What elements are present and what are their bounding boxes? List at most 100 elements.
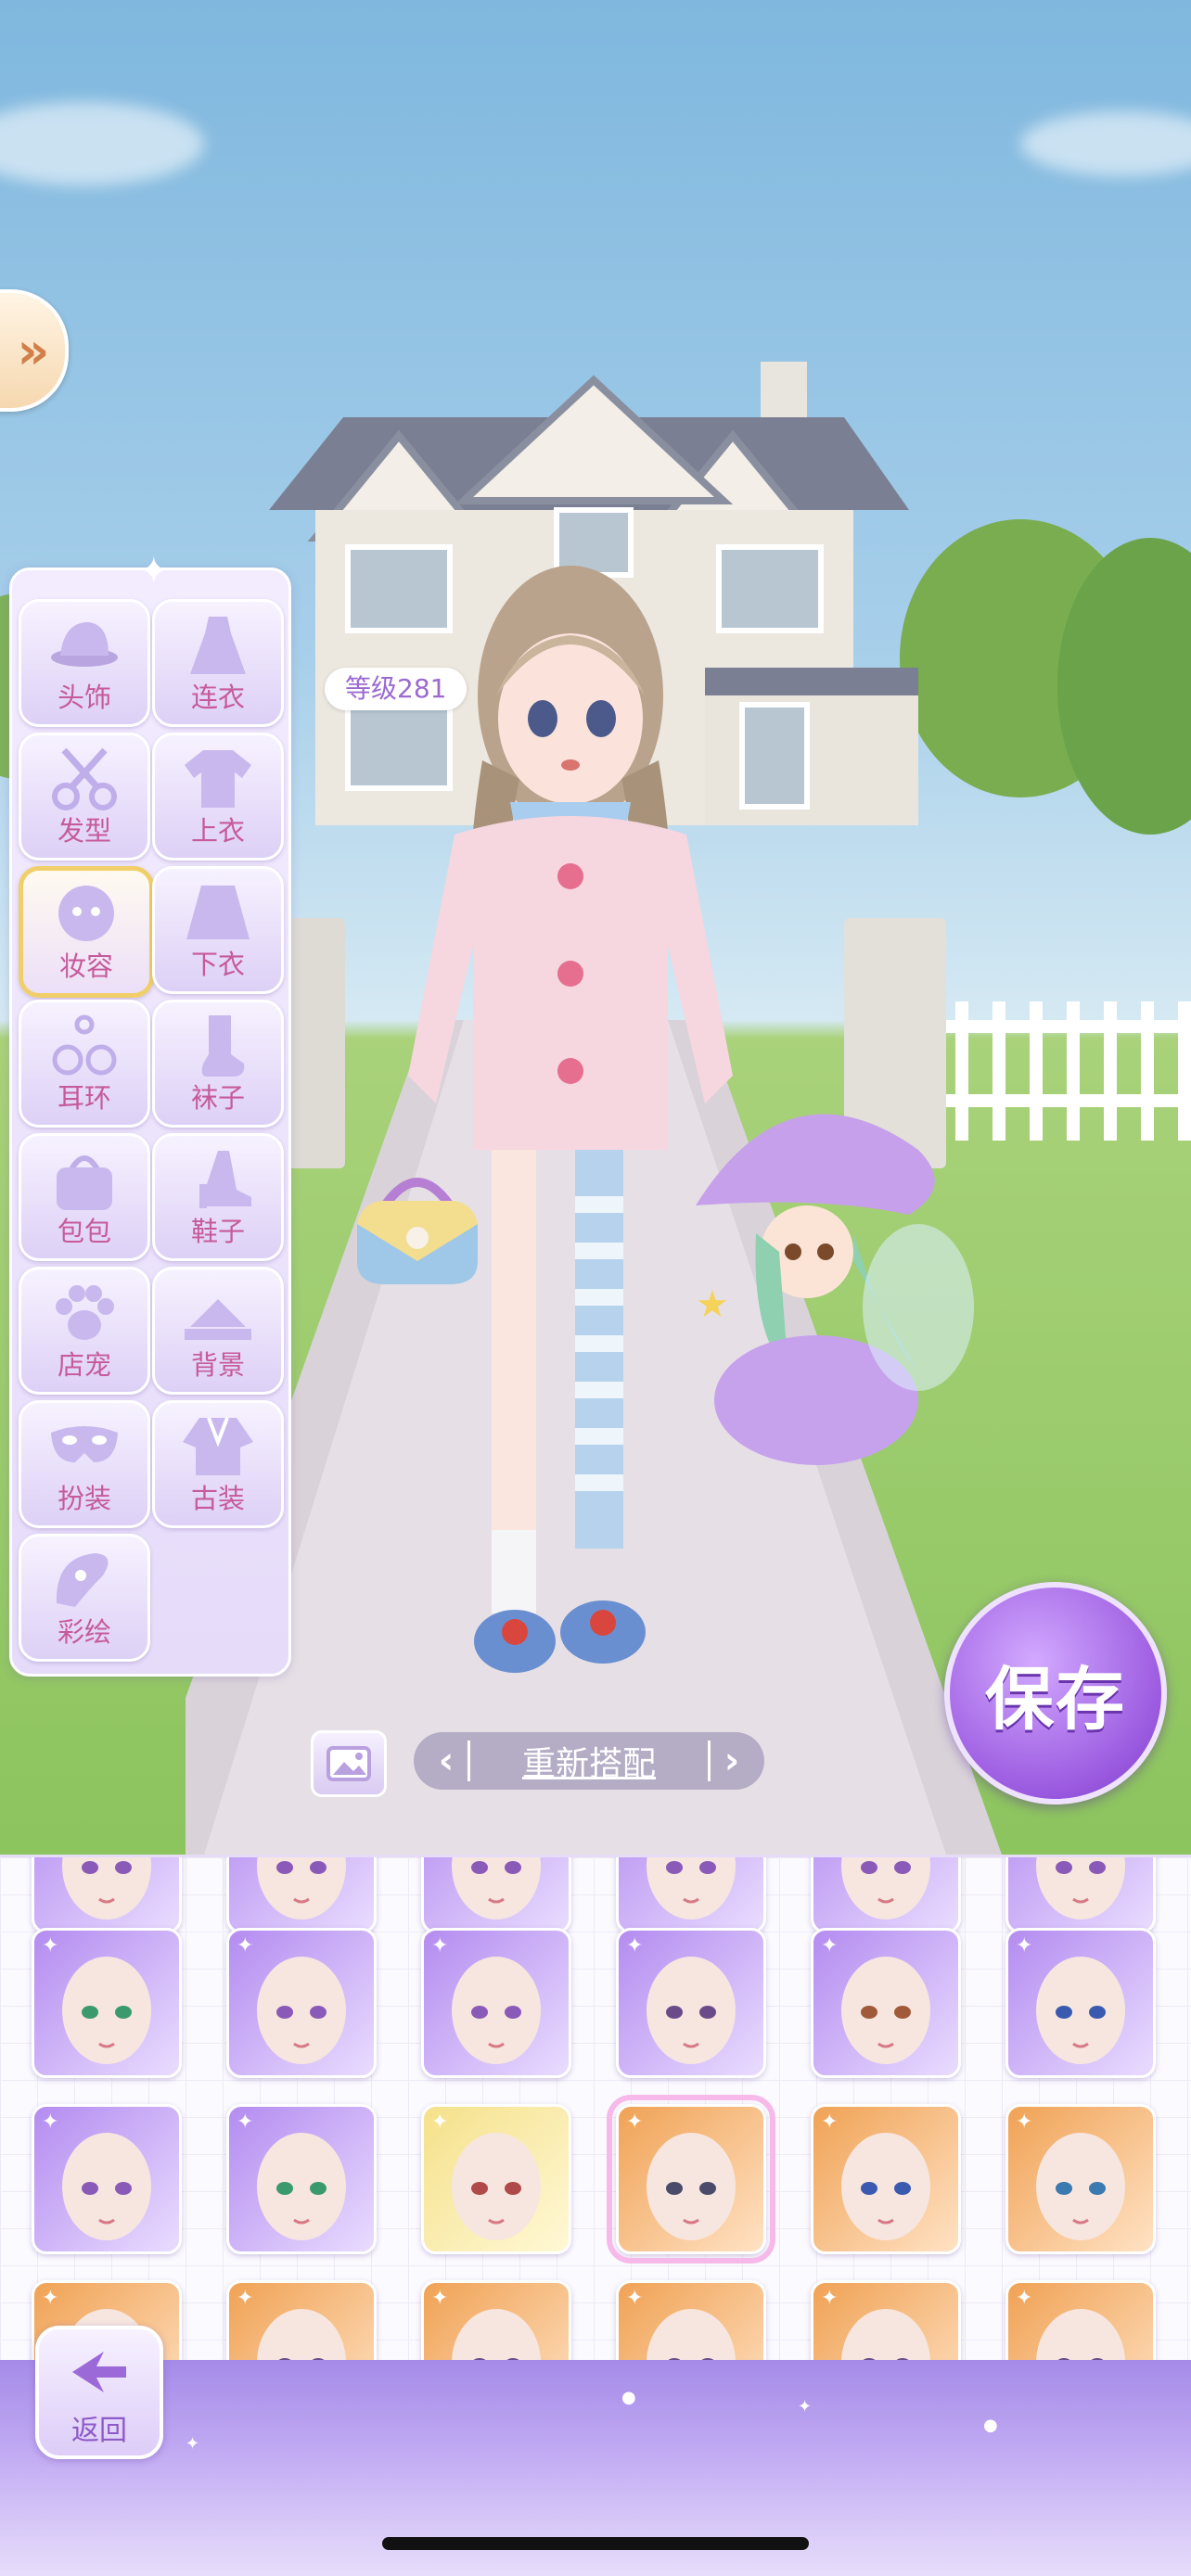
makeup-item[interactable]: ✦ [1005, 1857, 1156, 1933]
makeup-item[interactable]: ✦ [32, 1928, 182, 2078]
shirt-icon [185, 750, 251, 808]
sparkle-icon: ✦ [431, 2287, 449, 2310]
makeup-item[interactable]: ✦ [616, 2280, 766, 2363]
makeup-item[interactable]: ✦ [421, 2104, 571, 2254]
category-hairstyle[interactable]: 发型 [19, 733, 150, 861]
makeup-item[interactable]: ✦ [616, 1928, 766, 2078]
face-preview [647, 1857, 736, 1919]
background-icon [185, 1299, 251, 1340]
category-label: 妆容 [58, 950, 113, 982]
makeup-item[interactable]: ✦ [32, 2104, 182, 2254]
sparkle-icon: ✦ [42, 1934, 59, 1958]
category-bottom[interactable]: 下衣 [152, 866, 284, 994]
sparkle-icon: ✦ [42, 2111, 59, 2134]
makeup-item[interactable]: ✦ [1005, 1928, 1156, 2078]
makeup-item[interactable]: ✦ [811, 1928, 961, 2078]
makeup-item-grid: ✦✦✦✦✦✦✦✦✦✦✦✦✦✦✦✦✦✦✦✦✦✦✦✦ [0, 1855, 1191, 2363]
makeup-item[interactable]: ✦ [226, 2104, 377, 2254]
category-headwear[interactable]: 头饰 [19, 599, 150, 727]
makeup-item[interactable]: ✦ [421, 2280, 571, 2363]
category-label: 头饰 [57, 682, 111, 713]
hat-icon [51, 622, 118, 667]
sparkle-icon: ✦ [431, 1934, 449, 1958]
category-shoes[interactable]: 鞋子 [152, 1133, 284, 1261]
makeup-item[interactable]: ✦ [811, 2104, 961, 2254]
category-ancient-costume[interactable]: 古装 [152, 1400, 284, 1528]
sparkle-icon: ✦ [138, 550, 170, 593]
face-preview [62, 1857, 151, 1919]
category-dress[interactable]: 连衣 [152, 599, 284, 727]
sparkle-icon: ✦ [237, 1934, 254, 1958]
cloud [0, 102, 204, 185]
save-label: 保存 [985, 1659, 1126, 1740]
dress-icon [190, 617, 246, 674]
makeup-item[interactable]: ✦ [226, 2280, 377, 2363]
category-costume[interactable]: 扮装 [19, 1400, 150, 1528]
category-label: 古装 [190, 1483, 245, 1514]
makeup-item[interactable]: ✦ [226, 1928, 377, 2078]
sparkle-icon: ● [983, 2416, 998, 2435]
paw-icon [56, 1285, 114, 1340]
category-earrings[interactable]: 耳环 [19, 1000, 150, 1128]
sparkle-icon: ✦ [1016, 2287, 1033, 2310]
category-pet[interactable]: 店宠 [19, 1267, 150, 1395]
sparkle-icon: ✦ [626, 2287, 644, 2310]
save-button[interactable]: 保存 [944, 1582, 1167, 1804]
sparkle-icon: ✦ [431, 2111, 449, 2134]
category-background[interactable]: 背景 [152, 1267, 284, 1395]
next-outfit-button[interactable]: › [711, 1740, 753, 1782]
category-label: 耳环 [57, 1082, 111, 1114]
makeup-item[interactable]: ✦ [811, 2280, 961, 2363]
category-label: 背景 [190, 1349, 245, 1381]
handbag-accessory [357, 1178, 478, 1284]
sparkle-icon: ✦ [626, 2111, 644, 2134]
makeup-face-icon [58, 886, 114, 941]
category-bags[interactable]: 包包 [19, 1133, 150, 1261]
heel-shoe-icon [199, 1151, 251, 1208]
remix-bar: ‹ 重新搭配 › [414, 1732, 764, 1790]
earring-icon [52, 1014, 117, 1076]
category-label: 包包 [57, 1216, 111, 1247]
mask-icon [51, 1426, 118, 1462]
makeup-item[interactable]: ✦ [616, 1857, 766, 1933]
category-label: 发型 [57, 815, 111, 847]
sparkle-icon: ✦ [237, 2111, 254, 2134]
sparkle-icon: ✦ [798, 2397, 813, 2417]
sparkle-icon: ✦ [626, 1934, 644, 1958]
makeup-item[interactable]: ✦ [607, 2095, 775, 2264]
sparkle-icon: ✦ [1016, 1934, 1033, 1958]
category-socks[interactable]: 袜子 [152, 1000, 284, 1128]
category-label: 鞋子 [190, 1216, 245, 1247]
remix-outfit-button[interactable]: 重新搭配 [470, 1737, 708, 1785]
scissors-icon [52, 747, 117, 810]
category-face-paint[interactable]: 彩绘 [19, 1534, 150, 1662]
makeup-item[interactable]: ✦ [1005, 2104, 1156, 2254]
makeup-item[interactable]: ✦ [421, 1857, 571, 1933]
category-label: 袜子 [190, 1082, 245, 1114]
makeup-item[interactable]: ✦ [226, 1857, 377, 1933]
sparkle-icon: ✦ [821, 2111, 839, 2134]
paint-icon [56, 1553, 109, 1607]
makeup-item[interactable]: ✦ [32, 1857, 182, 1933]
makeup-item[interactable]: ✦ [811, 1857, 961, 1933]
sparkle-icon: ✦ [1016, 2111, 1033, 2134]
category-label: 扮装 [57, 1483, 111, 1514]
category-makeup[interactable]: 妆容 [19, 866, 154, 998]
face-preview [1036, 1857, 1125, 1919]
category-top[interactable]: 上衣 [152, 733, 284, 861]
home-indicator [382, 2537, 809, 2550]
back-label: 返回 [71, 2415, 127, 2447]
makeup-item[interactable]: ✦ [421, 1928, 571, 2078]
category-label: 下衣 [190, 949, 245, 980]
handbag-icon [57, 1155, 112, 1210]
sparkle-icon: ● [621, 2388, 636, 2407]
previous-outfit-button[interactable]: ‹ [425, 1740, 467, 1782]
sparkle-icon: ✦ [42, 2287, 59, 2310]
face-preview [452, 1857, 541, 1919]
back-button[interactable]: 返回 [35, 2326, 163, 2459]
makeup-item[interactable]: ✦ [1005, 2280, 1156, 2363]
photo-button[interactable] [311, 1730, 387, 1797]
cloud [1020, 111, 1191, 176]
hanfu-icon [183, 1417, 253, 1475]
face-preview [257, 1857, 346, 1919]
